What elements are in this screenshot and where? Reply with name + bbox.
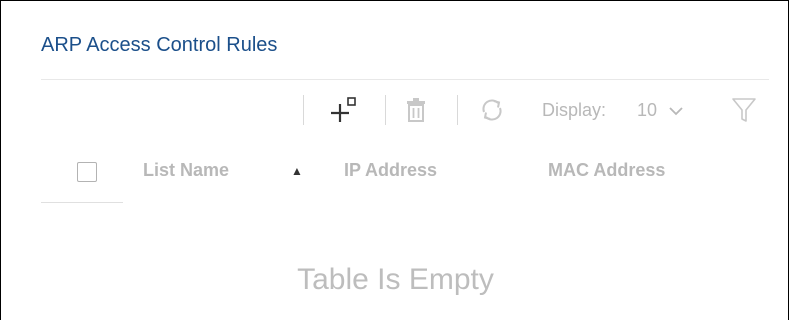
- toolbar-separator: [457, 95, 458, 125]
- display-label: Display:: [542, 100, 607, 120]
- toolbar-separator: [385, 95, 386, 125]
- filter-button[interactable]: [727, 93, 761, 127]
- refresh-icon: [482, 99, 502, 121]
- display-count-select[interactable]: 10: [637, 100, 683, 121]
- title-divider: [41, 79, 769, 80]
- select-all-checkbox[interactable]: [77, 162, 97, 182]
- toolbar-separator: [303, 95, 304, 125]
- column-header-ip-address[interactable]: IP Address: [344, 160, 437, 181]
- column-header-mac-address[interactable]: MAC Address: [548, 160, 665, 181]
- delete-button[interactable]: [399, 93, 433, 127]
- header-divider: [41, 202, 123, 203]
- add-button[interactable]: [326, 93, 360, 127]
- refresh-button[interactable]: [475, 93, 509, 127]
- chevron-down-icon: [669, 106, 683, 115]
- filter-icon: [732, 98, 756, 122]
- trash-icon: [407, 98, 425, 122]
- add-icon: [331, 97, 356, 122]
- panel-title: ARP Access Control Rules: [41, 34, 278, 56]
- display-count-value: 10: [637, 100, 658, 120]
- sort-ascending-icon[interactable]: ▲: [291, 164, 303, 178]
- column-header-list-name[interactable]: List Name: [143, 160, 229, 181]
- arp-acl-panel: ARP Access Control Rules Display: 10 Lis…: [0, 0, 789, 320]
- empty-table-message: Table Is Empty: [297, 263, 494, 296]
